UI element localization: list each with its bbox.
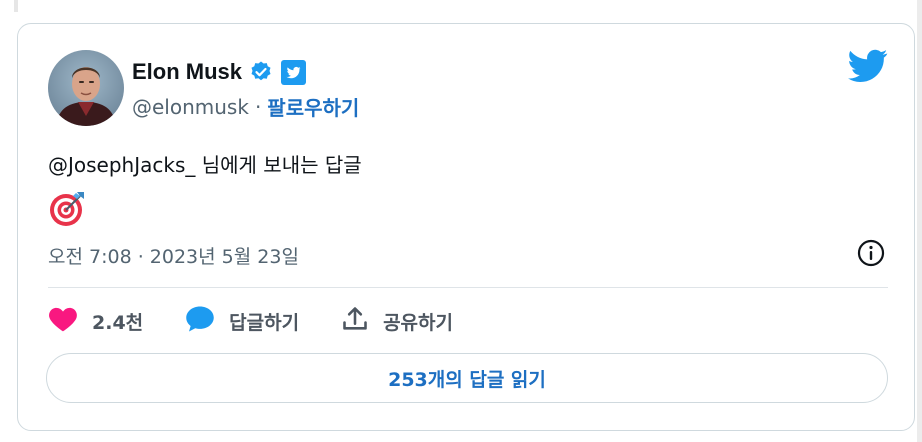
action-bar: 2.4천 답글하기 공유하기 xyxy=(48,305,495,337)
author-name[interactable]: Elon Musk xyxy=(132,59,242,85)
info-icon[interactable] xyxy=(856,238,886,268)
twitter-square-icon xyxy=(281,59,307,85)
divider xyxy=(48,287,888,288)
author-handle[interactable]: @elonmusk xyxy=(132,95,249,119)
avatar[interactable] xyxy=(48,50,124,126)
reply-context-text: @JosephJacks_ 님에게 보내는 답글 xyxy=(48,153,362,177)
reply-button[interactable]: 답글하기 xyxy=(185,305,299,337)
separator-dot: · xyxy=(254,94,262,119)
share-button[interactable]: 공유하기 xyxy=(341,305,453,337)
twitter-bird-icon[interactable] xyxy=(848,49,888,83)
heart-icon xyxy=(48,306,78,336)
share-label: 공유하기 xyxy=(383,311,453,334)
like-button[interactable]: 2.4천 xyxy=(48,306,143,336)
author-name-row: Elon Musk xyxy=(132,58,307,86)
verified-badge-icon xyxy=(249,60,273,84)
speech-bubble-icon xyxy=(185,305,215,337)
share-icon xyxy=(341,305,369,337)
reply-label: 답글하기 xyxy=(229,311,300,334)
tweet-embed-card: Elon Musk @elonmusk · 팔로우하기 @JosephJacks… xyxy=(17,23,915,431)
target-emoji xyxy=(48,188,88,228)
background-edge xyxy=(14,0,18,12)
author-handle-row: @elonmusk · 팔로우하기 xyxy=(132,92,359,121)
like-count: 2.4천 xyxy=(92,311,144,334)
scroll-edge xyxy=(917,0,922,442)
tweet-timestamp[interactable]: 오전 7:08 · 2023년 5월 23일 xyxy=(48,242,299,269)
read-replies-button[interactable]: 253개의 답글 읽기 xyxy=(46,353,888,403)
follow-link[interactable]: 팔로우하기 xyxy=(267,92,359,121)
